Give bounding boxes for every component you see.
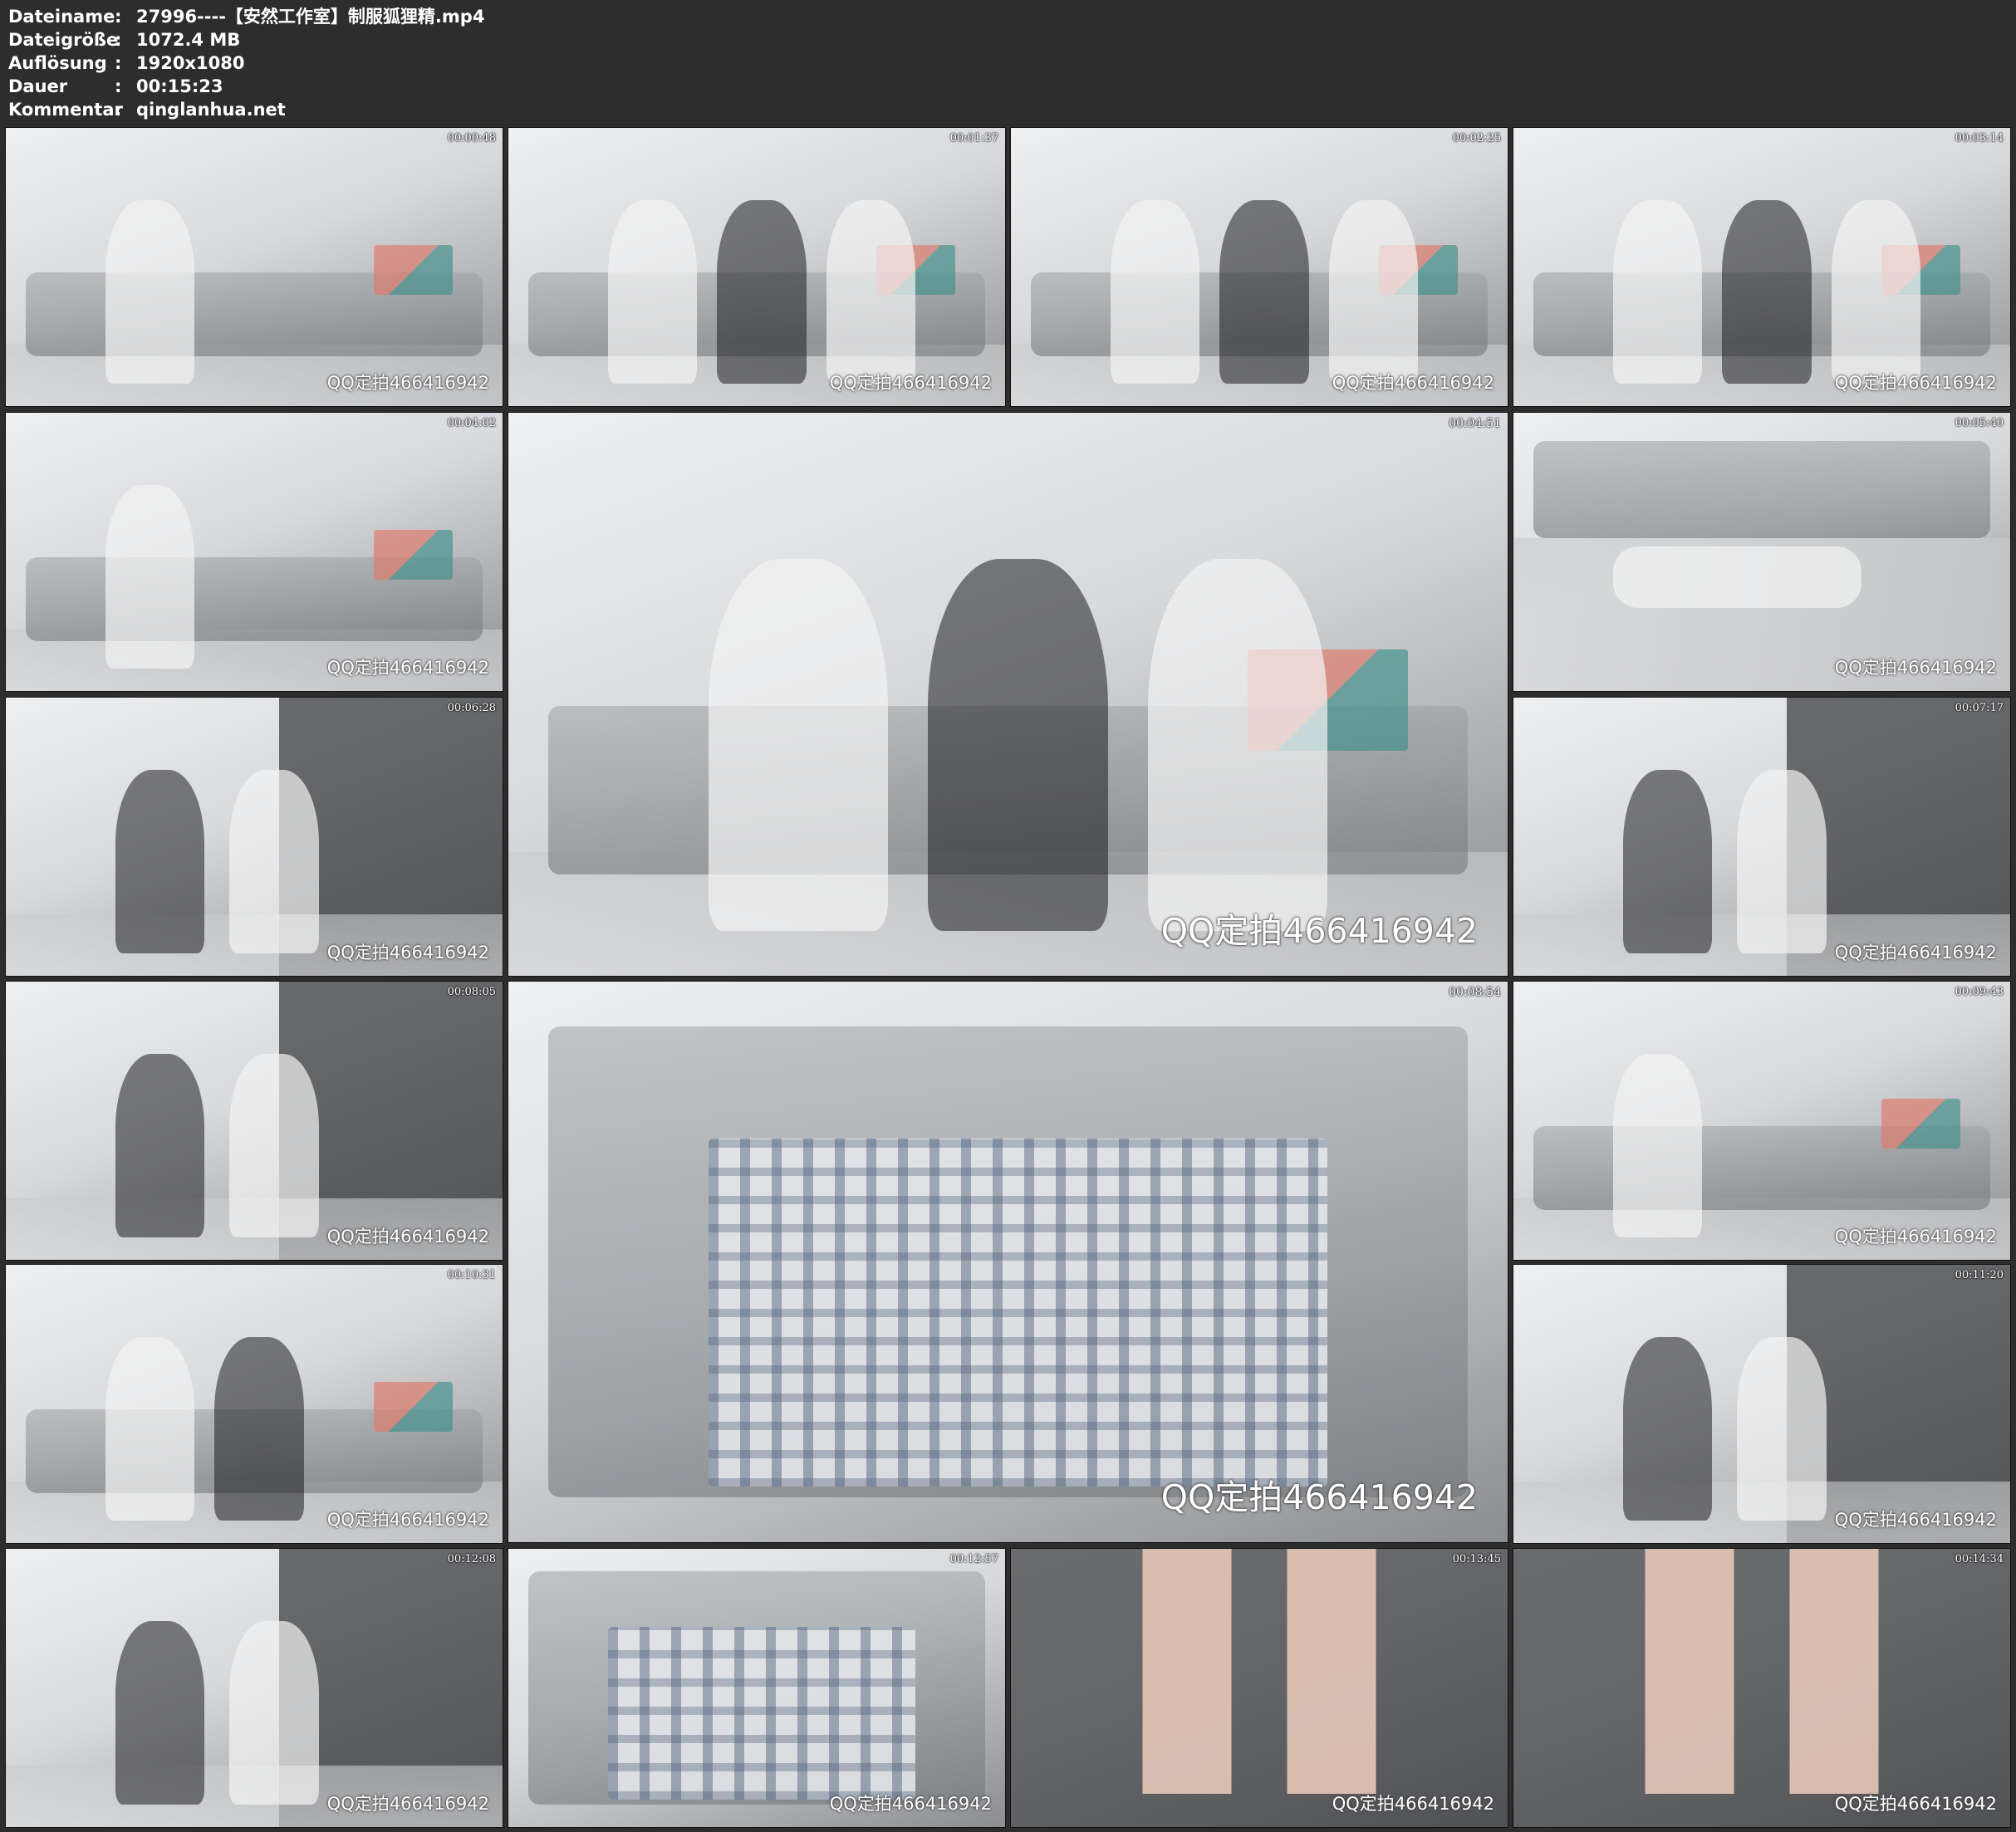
scene-legs — [1622, 1549, 1901, 1794]
scene-figure — [708, 559, 889, 931]
scene-figure — [115, 1621, 205, 1805]
thumbnail-watermark: QQ定拍466416942 — [1834, 1510, 1997, 1530]
scene-figure — [928, 559, 1108, 931]
video-thumbnail[interactable]: 00:07:17 QQ定拍466416942 — [1513, 697, 2011, 977]
scene-skirt — [708, 1139, 1328, 1487]
video-thumbnail[interactable]: 00:02:25 QQ定拍466416942 — [1010, 127, 1508, 407]
video-thumbnail[interactable]: 00:06:28 QQ定拍466416942 — [5, 697, 503, 977]
thumbnail-watermark: QQ定拍466416942 — [326, 373, 489, 393]
thumbnail-watermark: QQ定拍466416942 — [1332, 1794, 1494, 1814]
video-thumbnail[interactable]: 00:11:20 QQ定拍466416942 — [1513, 1264, 2011, 1544]
scene-figure — [1612, 546, 1861, 608]
thumbnail-grid: 00:00:48 QQ定拍466416942 00:01:37 QQ定拍4664169… — [0, 0, 2016, 1832]
thumbnail-watermark: QQ定拍466416942 — [1834, 1794, 1997, 1814]
thumbnail-timestamp: 00:06:28 — [447, 702, 496, 714]
thumbnail-timestamp: 00:10:31 — [447, 1269, 496, 1281]
scene-figure — [1831, 200, 1921, 385]
scene-figure — [1737, 770, 1827, 954]
scene-figure — [1147, 559, 1328, 931]
scene-figure — [1622, 1337, 1713, 1521]
scene-figure — [607, 200, 698, 385]
thumbnail-watermark: QQ定拍466416942 — [326, 1227, 489, 1247]
thumbnail-timestamp: 00:12:57 — [949, 1553, 998, 1565]
thumbnail-watermark: QQ定拍466416942 — [829, 373, 992, 393]
scene-figure — [826, 200, 916, 385]
video-thumbnail[interactable]: 00:00:48 QQ定拍466416942 — [5, 127, 503, 407]
thumbnail-watermark: QQ定拍466416942 — [326, 1794, 489, 1814]
thumbnail-timestamp: 00:01:37 — [949, 132, 998, 145]
thumbnail-watermark: QQ定拍466416942 — [326, 943, 489, 963]
thumbnail-watermark: QQ定拍466416942 — [1332, 373, 1494, 393]
thumbnail-watermark: QQ定拍466416942 — [1834, 943, 1997, 963]
thumbnail-timestamp: 00:09:43 — [1955, 986, 2004, 998]
scene-figure — [1737, 1337, 1827, 1521]
thumbnail-timestamp: 00:14:34 — [1955, 1553, 2004, 1565]
scene-pillow — [373, 244, 454, 295]
thumbnail-watermark: QQ定拍466416942 — [1834, 373, 1997, 393]
video-thumbnail[interactable]: 00:12:08 QQ定拍466416942 — [5, 1548, 503, 1828]
scene-pillow — [373, 529, 454, 580]
thumbnail-watermark: QQ定拍466416942 — [1834, 1227, 1997, 1247]
video-thumbnail[interactable]: 00:14:34 QQ定拍466416942 — [1513, 1548, 2011, 1828]
scene-sofa — [1533, 440, 1991, 538]
video-thumbnail[interactable]: 00:08:54 QQ定拍466416942 — [508, 981, 1508, 1543]
video-thumbnail[interactable]: 00:08:05 QQ定拍466416942 — [5, 981, 503, 1261]
scene-legs — [1120, 1549, 1399, 1794]
thumbnail-timestamp: 00:13:45 — [1452, 1553, 1501, 1565]
video-thumbnail[interactable]: 00:10:31 QQ定拍466416942 — [5, 1264, 503, 1544]
video-thumbnail[interactable]: 00:05:40 QQ定拍466416942 — [1513, 412, 2011, 692]
thumbnail-watermark: QQ定拍466416942 — [326, 658, 489, 678]
thumbnail-watermark: QQ定拍466416942 — [1160, 911, 1478, 951]
scene-pillow — [1881, 1098, 1961, 1149]
scene-figure — [229, 1054, 319, 1238]
thumbnail-timestamp: 00:05:40 — [1955, 417, 2004, 429]
scene-pillow — [373, 1381, 454, 1432]
thumbnail-timestamp: 00:03:14 — [1955, 132, 2004, 145]
video-thumbnail[interactable]: 00:04:02 QQ定拍466416942 — [5, 412, 503, 692]
scene-figure — [105, 485, 195, 669]
thumbnail-watermark: QQ定拍466416942 — [1834, 658, 1997, 678]
thumbnail-timestamp: 00:04:51 — [1449, 417, 1501, 430]
scene-figure — [1612, 1054, 1703, 1238]
thumbnail-timestamp: 00:07:17 — [1955, 702, 2004, 714]
video-thumbnail[interactable]: 00:04:51 QQ定拍466416942 — [508, 412, 1508, 977]
video-thumbnail[interactable]: 00:12:57 QQ定拍466416942 — [508, 1548, 1006, 1828]
scene-figure — [1722, 200, 1812, 385]
video-thumbnail[interactable]: 00:09:43 QQ定拍466416942 — [1513, 981, 2011, 1261]
thumbnail-watermark: QQ定拍466416942 — [326, 1510, 489, 1530]
thumbnail-timestamp: 00:12:08 — [447, 1553, 496, 1565]
video-thumbnail[interactable]: 00:01:37 QQ定拍466416942 — [508, 127, 1006, 407]
thumbnail-watermark: QQ定拍466416942 — [1160, 1477, 1478, 1517]
scene-figure — [1328, 200, 1419, 385]
scene-figure — [105, 1337, 195, 1521]
scene-figure — [1219, 200, 1309, 385]
scene-figure — [229, 770, 319, 954]
thumbnail-timestamp: 00:00:48 — [447, 132, 496, 145]
scene-figure — [214, 1337, 304, 1521]
scene-figure — [229, 1621, 319, 1805]
scene-figure — [105, 200, 195, 385]
scene-figure — [1110, 200, 1200, 385]
scene-figure — [1622, 770, 1713, 954]
thumbnail-watermark: QQ定拍466416942 — [829, 1794, 992, 1814]
scene-figure — [1612, 200, 1703, 385]
thumbnail-timestamp: 00:02:25 — [1452, 132, 1501, 145]
thumbnail-timestamp: 00:04:02 — [447, 417, 496, 429]
thumbnail-timestamp: 00:08:05 — [447, 986, 496, 998]
scene-figure — [115, 770, 205, 954]
thumbnail-timestamp: 00:08:54 — [1449, 986, 1501, 999]
scene-skirt — [607, 1626, 916, 1800]
scene-figure — [115, 1054, 205, 1238]
scene-figure — [717, 200, 807, 385]
thumbnail-timestamp: 00:11:20 — [1955, 1269, 2004, 1281]
video-thumbnail[interactable]: 00:03:14 QQ定拍466416942 — [1513, 127, 2011, 407]
video-thumbnail[interactable]: 00:13:45 QQ定拍466416942 — [1010, 1548, 1508, 1828]
